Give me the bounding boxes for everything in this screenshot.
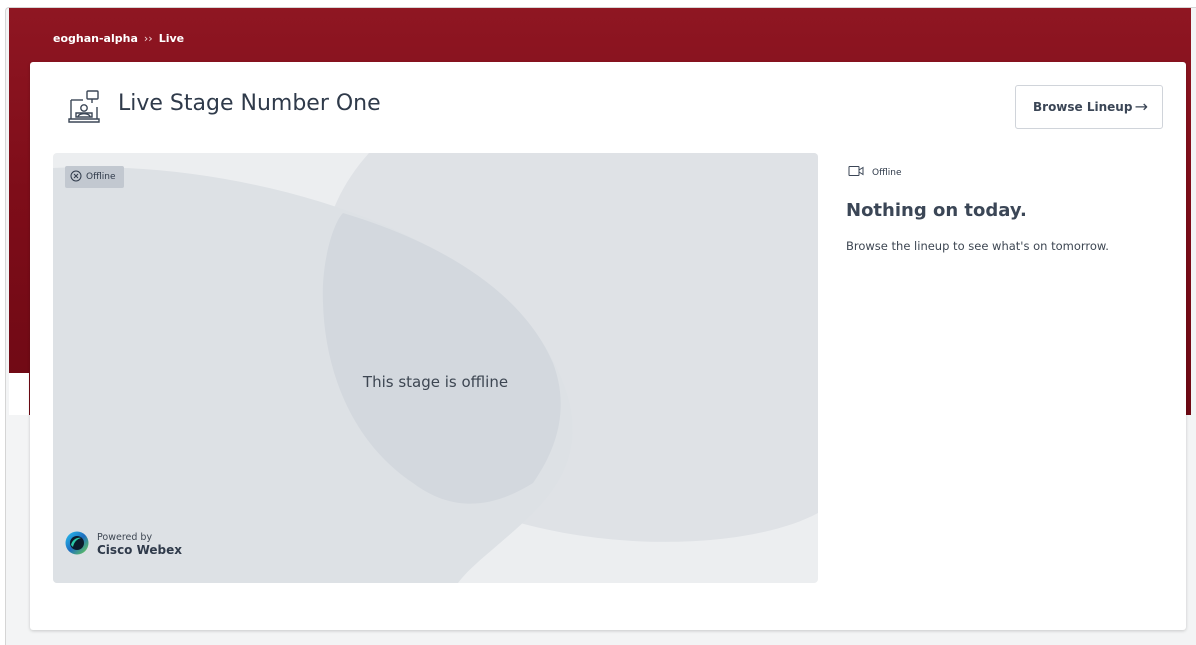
close-circle-icon — [70, 170, 82, 185]
powered-by-webex: Powered by Cisco Webex — [65, 531, 182, 559]
browse-lineup-label: Browse Lineup — [1033, 100, 1133, 114]
video-player[interactable]: Offline This stage is offline Powered by… — [53, 153, 818, 583]
breadcrumb-root-link[interactable]: eoghan-alpha — [53, 32, 138, 45]
breadcrumb: eoghan-alpha ›› Live — [53, 32, 184, 45]
schedule-heading: Nothing on today. — [846, 200, 1027, 221]
provider-name: Cisco Webex — [97, 542, 183, 557]
breadcrumb-separator: ›› — [143, 32, 153, 45]
page-title: Live Stage Number One — [118, 91, 381, 116]
breadcrumb-current: Live — [158, 32, 185, 45]
offline-message: This stage is offline — [362, 373, 509, 391]
stage-presenter-icon — [66, 89, 102, 125]
schedule-subtext: Browse the lineup to see what's on tomor… — [846, 239, 1109, 253]
webex-logo-icon — [65, 531, 89, 559]
background-shapes — [53, 153, 818, 583]
browse-lineup-button[interactable]: Browse Lineup → — [1015, 85, 1163, 129]
sidebar-status: Offline — [848, 165, 902, 180]
status-badge: Offline — [65, 166, 124, 188]
powered-by-label: Powered by — [97, 531, 153, 543]
arrow-right-icon: → — [1134, 97, 1148, 116]
status-badge-label: Offline — [86, 172, 116, 182]
banner-edge — [9, 373, 29, 415]
sidebar-status-label: Offline — [872, 167, 902, 178]
video-camera-icon — [848, 165, 864, 180]
